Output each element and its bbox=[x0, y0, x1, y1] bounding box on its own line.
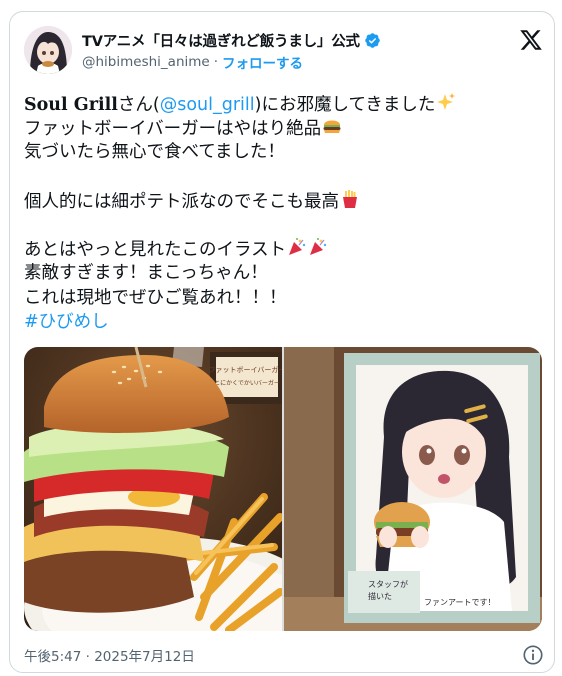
text-line-3: 気づいたら無心で食べてました！ bbox=[24, 140, 544, 164]
text-line-6: 素敵すぎます！まこっちゃん！ bbox=[24, 261, 544, 285]
text-fragment: 素敵すぎます！まこっちゃん！ bbox=[24, 263, 268, 284]
text-line-1: Soul Grillさん(@soul_grill)にお邪魔してきました bbox=[24, 92, 544, 116]
hashtag-link[interactable]: #ひびめし bbox=[24, 312, 109, 332]
verified-badge-icon bbox=[365, 32, 380, 48]
card-text-1: スタッフが bbox=[368, 579, 408, 589]
text-line-5: あとはやっと見れたこのイラスト bbox=[24, 237, 544, 261]
text-line-2: ファットボーイバーガーはやはり絶品 bbox=[24, 116, 544, 140]
text-fragment: )にお邪魔してきました bbox=[254, 95, 436, 115]
illustration-photo[interactable]: スタッフが 描いた ファンアートです！ bbox=[284, 347, 542, 631]
burger-photo[interactable]: ファットボーイバーガー とにかくでかいバーガー bbox=[24, 347, 324, 631]
display-name[interactable]: TVアニメ「日々は過ぎれど飯うまし」公式 bbox=[82, 30, 360, 51]
card-text-3: ファンアートです！ bbox=[424, 598, 496, 607]
text-fragment: あとはやっと見れたこのイラスト bbox=[24, 240, 287, 261]
name-row: TVアニメ「日々は過ぎれど飯うまし」公式 bbox=[82, 30, 381, 50]
timestamp[interactable]: 午後5:47 · 2025年7月12日 bbox=[24, 645, 195, 665]
text-fragment: さん( bbox=[117, 95, 160, 115]
handle-row: @hibimeshi_anime · フォローする bbox=[82, 52, 303, 72]
tweet-footer: 午後5:47 · 2025年7月12日 bbox=[24, 644, 544, 666]
info-icon[interactable] bbox=[522, 644, 544, 666]
text-line-7: これは現地でぜひご覧あれ！！！ bbox=[24, 286, 544, 310]
x-logo-icon[interactable] bbox=[518, 28, 544, 52]
hamburger-emoji-icon bbox=[323, 120, 341, 134]
text-line-4: 個人的には細ポテト派なのでそこも最高 bbox=[24, 189, 544, 213]
text-fragment: これは現地でぜひご覧あれ！！！ bbox=[24, 287, 287, 308]
follow-button[interactable]: フォローする bbox=[222, 52, 303, 72]
text-fragment: 気づいたら無心で食べてました！ bbox=[24, 142, 285, 163]
avatar[interactable] bbox=[24, 26, 72, 74]
party-popper-emoji-icon bbox=[310, 238, 327, 256]
menu-subtext: とにかくでかいバーガー bbox=[214, 379, 280, 387]
party-popper-emoji-icon bbox=[289, 238, 306, 256]
user-handle[interactable]: @hibimeshi_anime bbox=[82, 54, 210, 70]
text-fragment: 個人的には細ポテト派なのでそこも最高 bbox=[24, 191, 339, 212]
separator-dot: · bbox=[213, 54, 219, 70]
media-grid: ファットボーイバーガー とにかくでかいバーガー スタッフが 描いた ファンアート… bbox=[24, 347, 542, 631]
tweet-header: TVアニメ「日々は過ぎれど飯うまし」公式 @hibimeshi_anime · … bbox=[24, 26, 544, 76]
card-text-2: 描いた bbox=[368, 591, 392, 601]
text-fragment: ファットボーイバーガーはやはり絶品 bbox=[24, 119, 322, 140]
brand-name: Soul Grill bbox=[24, 95, 118, 115]
fries-emoji-icon bbox=[343, 189, 357, 208]
menu-text: ファットボーイバーガー bbox=[209, 365, 282, 374]
tweet-text: Soul Grillさん(@soul_grill)にお邪魔してきました ファット… bbox=[24, 92, 544, 334]
mention-link[interactable]: @soul_grill bbox=[160, 95, 255, 115]
text-line-8: #ひびめし bbox=[24, 310, 544, 334]
tweet-card: TVアニメ「日々は過ぎれど飯うまし」公式 @hibimeshi_anime · … bbox=[9, 11, 555, 673]
sparkles-emoji-icon bbox=[437, 93, 456, 110]
